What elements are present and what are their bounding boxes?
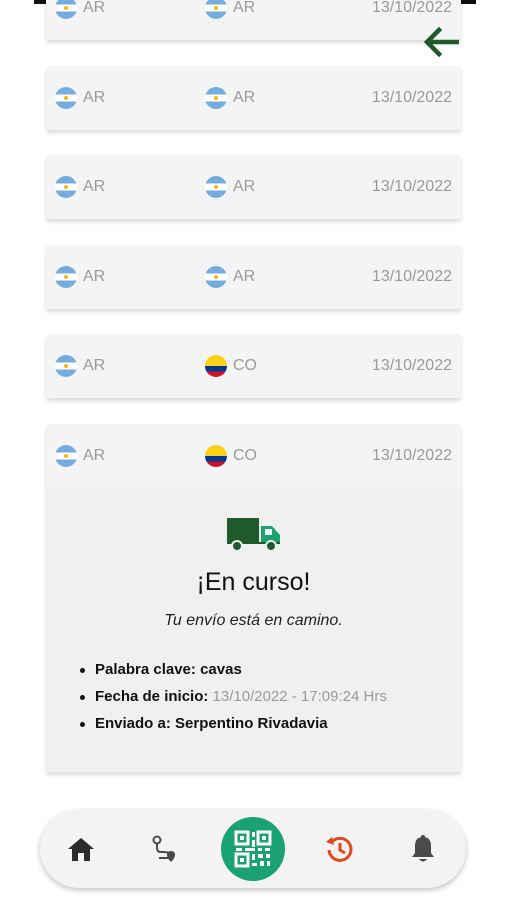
shipment-detail: ¡En curso! Tu envío está en camino. Pala… [46,488,461,772]
colombia-flag-icon [205,355,227,377]
origin-country: AR [55,266,105,288]
keyword-label: Palabra clave: [95,661,196,678]
start-date-item: Fecha de inicio: 13/10/2022 - 17:09:24 H… [80,683,387,710]
shipment-date: 13/10/2022 [371,89,452,106]
argentina-flag-icon [205,87,227,109]
arrow-left-icon [423,27,459,57]
shipment-card-expanded[interactable]: AR CO 13/10/2022 ¡En curso! Tu envío est… [46,424,461,772]
sent-to-label: Enviado a: [95,715,171,732]
origin-code: AR [83,447,106,464]
destination-code: CO [233,357,257,374]
route-icon [152,835,175,862]
sent-to-item: Enviado a: Serpentino Rivadavia [80,710,387,737]
destination-country: AR [205,0,255,19]
argentina-flag-icon [55,0,77,19]
bottom-navigation [40,810,466,888]
shipment-card[interactable]: AR AR 13/10/2022 [46,155,461,219]
destination-code: AR [233,268,256,285]
argentina-flag-icon [205,266,227,288]
destination-code: AR [233,0,256,16]
start-date-label: Fecha de inicio: [95,688,209,705]
shipment-date: 13/10/2022 [371,357,452,374]
shipment-card[interactable]: AR CO 13/10/2022 [46,334,461,398]
keyword-value: cavas [200,661,242,678]
shipment-date: 13/10/2022 [371,0,452,16]
argentina-flag-icon [55,176,77,198]
origin-code: AR [83,0,106,16]
argentina-flag-icon [205,176,227,198]
origin-country: AR [55,87,105,109]
origin-country: AR [55,176,105,198]
origin-code: AR [83,268,106,285]
shipment-date: 13/10/2022 [371,178,452,195]
back-button[interactable] [421,24,461,60]
home-icon [68,838,94,861]
shipment-date: 13/10/2022 [371,447,452,464]
argentina-flag-icon [55,266,77,288]
shipment-card[interactable]: AR AR 13/10/2022 [46,245,461,309]
argentina-flag-icon [55,87,77,109]
origin-code: AR [83,357,106,374]
shipment-card[interactable]: AR AR 13/10/2022 [46,0,461,40]
origin-country: AR [55,445,105,467]
argentina-flag-icon [55,355,77,377]
destination-country: CO [205,445,257,467]
argentina-flag-icon [55,445,77,467]
origin-country: AR [55,355,105,377]
origin-country: AR [55,0,105,19]
keyword-item: Palabra clave: cavas [80,656,387,683]
nav-notifications[interactable] [407,833,439,865]
history-icon [326,836,353,862]
nav-route[interactable] [148,833,180,865]
destination-code: AR [233,178,256,195]
colombia-flag-icon [205,445,227,467]
status-title: ¡En curso! [196,568,311,596]
destination-country: AR [205,87,255,109]
truck-icon [227,518,280,552]
argentina-flag-icon [205,0,227,19]
nav-history[interactable] [324,833,356,865]
qr-code-icon [234,830,272,868]
destination-code: AR [233,89,256,106]
shipment-card[interactable]: AR AR 13/10/2022 [46,66,461,130]
shipment-info-list: Palabra clave: cavas Fecha de inicio: 13… [80,656,387,737]
destination-country: CO [205,355,257,377]
destination-country: AR [205,176,255,198]
origin-code: AR [83,178,106,195]
start-date-value: 13/10/2022 - 17:09:24 Hrs [212,688,387,705]
status-subtitle: Tu envío está en camino. [164,612,343,629]
destination-code: CO [233,447,257,464]
sent-to-value: Serpentino Rivadavia [175,715,328,732]
shipment-date: 13/10/2022 [371,268,452,285]
origin-code: AR [83,89,106,106]
bell-icon [412,835,434,862]
destination-country: AR [205,266,255,288]
qr-scan-button[interactable] [221,817,285,881]
nav-home[interactable] [65,833,97,865]
